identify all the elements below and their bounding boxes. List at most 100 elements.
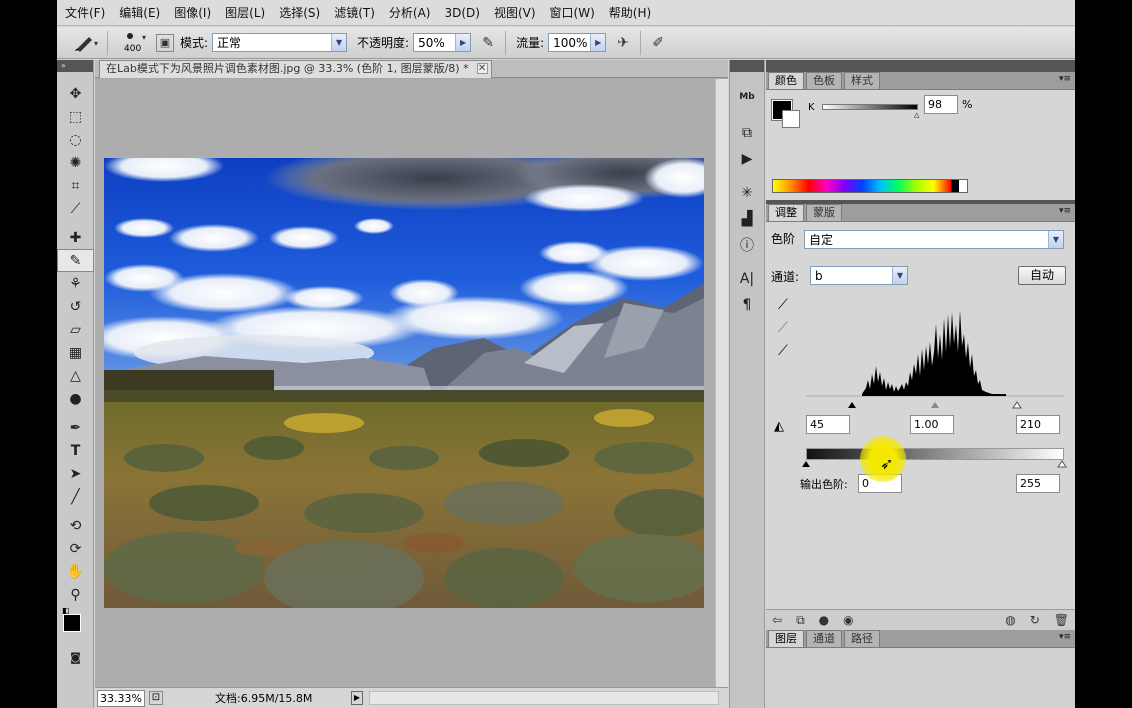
status-preview-icon[interactable]: ⊡ bbox=[149, 691, 163, 705]
eraser-tool-icon[interactable]: ▱ bbox=[57, 318, 94, 341]
tab-styles[interactable]: 样式 bbox=[844, 72, 880, 89]
landscape-photo[interactable] bbox=[104, 158, 704, 608]
3d-rotate-tool-icon[interactable]: ⟲ bbox=[57, 514, 94, 537]
quick-mask-icon[interactable]: ◙ bbox=[57, 646, 94, 669]
tab-adjustments[interactable]: 调整 bbox=[768, 204, 804, 221]
pen-tool-icon[interactable]: ✒ bbox=[57, 416, 94, 439]
input-gamma-field[interactable]: 1.00 bbox=[910, 415, 954, 434]
line-tool-icon[interactable]: ╱ bbox=[57, 485, 94, 508]
menu-help[interactable]: 帮助(H) bbox=[609, 4, 651, 21]
panel-menu-icon[interactable]: ▾≡ bbox=[1059, 74, 1071, 84]
marquee-tool-icon[interactable]: ⬚ bbox=[57, 105, 94, 128]
menu-select[interactable]: 选择(S) bbox=[279, 4, 320, 21]
mode-select[interactable]: 正常 ▼ bbox=[212, 33, 348, 52]
previous-state-icon[interactable]: ◍ bbox=[1005, 613, 1015, 627]
menu-file[interactable]: 文件(F) bbox=[65, 4, 105, 21]
lasso-tool-icon[interactable]: ◌ bbox=[57, 128, 94, 151]
document-tab[interactable]: 在Lab模式下为风景照片调色素材图.jpg @ 33.3% (色阶 1, 图层蒙… bbox=[99, 60, 492, 78]
input-white-handle[interactable] bbox=[1012, 401, 1022, 409]
healing-brush-tool-icon[interactable]: ✚ bbox=[57, 226, 94, 249]
menu-3d[interactable]: 3D(D) bbox=[444, 6, 479, 20]
brush-tool-icon[interactable]: ✎ bbox=[57, 249, 94, 272]
input-sliders[interactable] bbox=[806, 399, 1064, 409]
slider-handle-icon[interactable]: △ bbox=[914, 111, 919, 119]
black-point-eyedropper-icon[interactable]: ⟋ bbox=[778, 297, 788, 313]
info-icon[interactable]: ⓘ bbox=[730, 232, 764, 258]
panels-header[interactable] bbox=[766, 60, 1075, 72]
k-slider[interactable] bbox=[822, 104, 918, 110]
blur-tool-icon[interactable]: △ bbox=[57, 364, 94, 387]
input-gamma-handle[interactable] bbox=[931, 402, 939, 408]
tab-layers[interactable]: 图层 bbox=[768, 630, 804, 647]
output-white-field[interactable]: 255 bbox=[1016, 474, 1060, 493]
path-selection-tool-icon[interactable]: ➤ bbox=[57, 462, 94, 485]
clipping-warning-icon[interactable]: ◭ bbox=[774, 419, 784, 434]
close-icon[interactable]: ✕ bbox=[476, 63, 488, 74]
input-black-handle[interactable] bbox=[848, 402, 856, 408]
color-spectrum-bar[interactable] bbox=[772, 179, 968, 193]
menu-image[interactable]: 图像(I) bbox=[174, 4, 211, 21]
input-black-field[interactable]: 45 bbox=[806, 415, 850, 434]
brush-tool-preset-picker[interactable]: ▾ bbox=[71, 31, 101, 55]
tab-channels[interactable]: 通道 bbox=[806, 630, 842, 647]
dock-header[interactable] bbox=[730, 60, 764, 72]
zoom-tool-icon[interactable]: ⚲ bbox=[57, 583, 94, 606]
3d-orbit-tool-icon[interactable]: ⟳ bbox=[57, 537, 94, 560]
paragraph-icon[interactable]: ¶ bbox=[730, 292, 764, 318]
eyedropper-tool-icon[interactable]: ⟋ bbox=[57, 197, 94, 220]
channel-select[interactable]: b ▼ bbox=[810, 266, 908, 285]
history-brush-tool-icon[interactable]: ↺ bbox=[57, 295, 94, 318]
airbrush-pressure-icon[interactable]: ✎ bbox=[477, 32, 499, 54]
k-value-field[interactable]: 98 bbox=[924, 95, 958, 114]
actions-icon[interactable]: ▶ bbox=[730, 146, 764, 172]
trash-icon[interactable]: 🗑 bbox=[1054, 613, 1069, 627]
brush-panel-toggle-icon[interactable]: ▣ bbox=[156, 33, 174, 52]
airbrush-icon[interactable]: ✈ bbox=[612, 32, 634, 54]
input-white-field[interactable]: 210 bbox=[1016, 415, 1060, 434]
vertical-scrollbar[interactable] bbox=[715, 79, 728, 687]
menu-filter[interactable]: 滤镜(T) bbox=[334, 4, 375, 21]
menu-view[interactable]: 视图(V) bbox=[494, 4, 536, 21]
output-white-handle[interactable] bbox=[1057, 460, 1067, 468]
type-tool-icon[interactable]: T bbox=[57, 439, 94, 462]
menu-window[interactable]: 窗口(W) bbox=[550, 4, 595, 21]
history-icon[interactable]: ⧉ bbox=[730, 120, 764, 146]
tab-masks[interactable]: 蒙版 bbox=[806, 204, 842, 221]
status-menu-arrow-icon[interactable]: ▶ bbox=[351, 691, 363, 705]
opacity-field[interactable]: 50% ▶ bbox=[413, 33, 472, 52]
panel-menu-icon[interactable]: ▾≡ bbox=[1059, 206, 1071, 216]
quick-selection-tool-icon[interactable]: ✺ bbox=[57, 151, 94, 174]
output-black-handle[interactable] bbox=[802, 461, 810, 467]
return-to-list-icon[interactable]: ⇦ bbox=[772, 613, 782, 628]
panel-menu-icon[interactable]: ▾≡ bbox=[1059, 632, 1071, 642]
menu-analysis[interactable]: 分析(A) bbox=[389, 4, 431, 21]
menu-edit[interactable]: 编辑(E) bbox=[119, 4, 160, 21]
zoom-field[interactable]: 33.33% bbox=[97, 689, 145, 707]
brush-size-picker[interactable]: ▾ 400 bbox=[120, 30, 150, 56]
histogram-icon[interactable]: ▟ bbox=[730, 206, 764, 232]
tools-panel-header[interactable]: » bbox=[57, 60, 93, 72]
gray-point-eyedropper-icon[interactable]: ⟋ bbox=[778, 320, 788, 336]
background-color-swatch[interactable] bbox=[782, 110, 800, 128]
output-sliders[interactable] bbox=[802, 460, 1068, 470]
navigator-icon[interactable]: ✳ bbox=[730, 180, 764, 206]
horizontal-scrollbar[interactable] bbox=[369, 691, 719, 705]
mini-bridge-icon[interactable]: Mb bbox=[730, 84, 764, 110]
move-tool-icon[interactable]: ✥ bbox=[57, 82, 94, 105]
expand-view-icon[interactable]: ⧉ bbox=[796, 613, 805, 628]
reset-icon[interactable]: ↻ bbox=[1030, 613, 1040, 627]
crop-tool-icon[interactable]: ⌗ bbox=[57, 174, 94, 197]
clip-to-layer-icon[interactable]: ● bbox=[819, 613, 829, 628]
visibility-eye-icon[interactable]: ◉ bbox=[843, 613, 853, 628]
auto-button[interactable]: 自动 bbox=[1018, 266, 1066, 285]
preset-select[interactable]: 自定 ▼ bbox=[804, 230, 1064, 249]
clone-stamp-tool-icon[interactable]: ⚘ bbox=[57, 272, 94, 295]
gradient-tool-icon[interactable]: ▦ bbox=[57, 341, 94, 364]
white-point-eyedropper-icon[interactable]: ⟋ bbox=[778, 343, 788, 359]
tab-color[interactable]: 颜色 bbox=[768, 72, 804, 89]
dodge-tool-icon[interactable]: ● bbox=[57, 387, 94, 410]
tablet-pressure-icon[interactable]: ✐ bbox=[647, 32, 669, 54]
tab-swatches[interactable]: 色板 bbox=[806, 72, 842, 89]
tab-paths[interactable]: 路径 bbox=[844, 630, 880, 647]
hand-tool-icon[interactable]: ✋ bbox=[57, 560, 94, 583]
